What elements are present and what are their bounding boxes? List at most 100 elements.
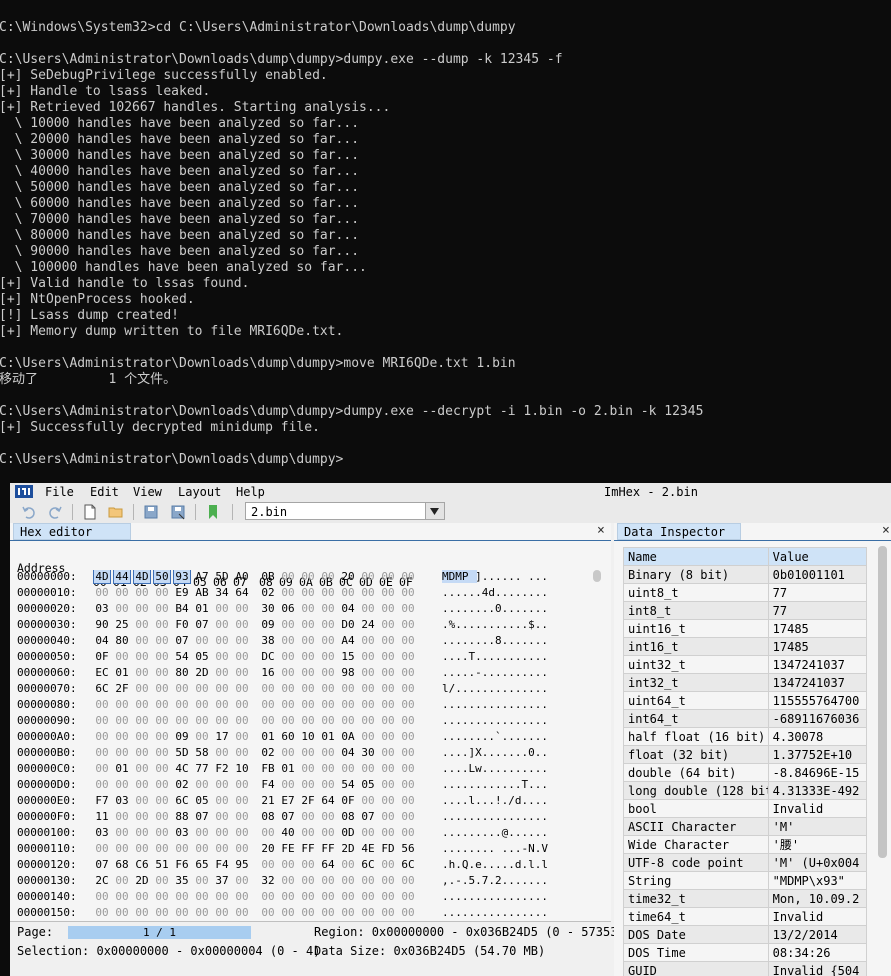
hex-byte[interactable]: 00 <box>300 682 316 695</box>
hex-byte[interactable]: 00 <box>400 586 416 599</box>
hex-byte[interactable]: 04 <box>94 634 110 647</box>
hex-row-ascii[interactable]: .h.Q.e.....d.l.l <box>442 858 548 871</box>
hex-byte[interactable]: 00 <box>320 810 336 823</box>
hex-byte[interactable]: 00 <box>234 634 250 647</box>
inspector-row-value[interactable]: 'M' <box>767 817 868 836</box>
hex-byte[interactable]: 00 <box>174 906 190 919</box>
hex-row[interactable]: 00000120: 07 68 C6 51 F6 65 F4 95 00 00 00 64 00 6C 00 6… <box>17 858 597 871</box>
hex-byte[interactable]: 50 <box>153 570 171 584</box>
new-file-icon[interactable] <box>82 504 98 520</box>
inspector-row[interactable]: Binary (8 bit) 0b01001101 <box>623 565 868 584</box>
hex-byte[interactable]: 00 <box>360 890 376 903</box>
hex-byte[interactable]: 07 <box>280 810 296 823</box>
hex-byte[interactable]: 00 <box>154 602 170 615</box>
hex-byte[interactable]: 00 <box>94 842 110 855</box>
inspector-row[interactable]: int32_t 1347241037 <box>623 673 868 692</box>
hex-byte[interactable]: 00 <box>360 666 376 679</box>
hex-byte[interactable]: 00 <box>194 826 210 839</box>
hex-byte[interactable]: 00 <box>260 858 276 871</box>
hex-byte[interactable]: 00 <box>214 826 230 839</box>
hex-byte[interactable]: 00 <box>154 746 170 759</box>
hex-byte[interactable]: 00 <box>280 858 296 871</box>
undo-icon[interactable] <box>21 504 37 520</box>
hex-byte[interactable]: 00 <box>154 586 170 599</box>
hex-byte[interactable]: 00 <box>114 826 130 839</box>
hex-byte[interactable]: 00 <box>400 698 416 711</box>
hex-byte[interactable]: 00 <box>280 714 296 727</box>
hex-byte[interactable]: 00 <box>380 778 396 791</box>
hex-byte[interactable]: 68 <box>114 858 130 871</box>
hex-byte[interactable]: FD <box>380 842 396 855</box>
hex-row[interactable]: 000000B0: 00 00 00 00 5D 58 00 00 02 00 00 00 04 30 00 0… <box>17 746 597 759</box>
hex-byte[interactable]: 00 <box>134 746 150 759</box>
inspector-row[interactable]: ASCII Character 'M' <box>623 817 868 836</box>
hex-row-ascii[interactable]: .%...........$.. <box>442 618 548 631</box>
hex-byte[interactable]: 65 <box>194 858 210 871</box>
hex-byte[interactable]: 00 <box>300 634 316 647</box>
hex-byte[interactable]: 00 <box>114 906 130 919</box>
hex-byte[interactable]: 03 <box>174 826 190 839</box>
hex-byte[interactable]: 05 <box>360 778 376 791</box>
inspector-row-value[interactable]: -68911676036 <box>767 709 868 728</box>
hex-byte[interactable]: 00 <box>380 730 396 743</box>
hex-byte[interactable]: 00 <box>260 826 276 839</box>
hex-byte[interactable]: 00 <box>400 810 416 823</box>
hex-byte[interactable]: 00 <box>214 890 230 903</box>
hex-byte[interactable]: 08 <box>340 810 356 823</box>
hex-byte[interactable]: 00 <box>280 906 296 919</box>
hex-byte[interactable]: 32 <box>260 874 276 887</box>
hex-row[interactable]: 00000060: EC 01 00 00 80 2D 00 00 16 00 00 00 98 00 00 0… <box>17 666 597 679</box>
inspector-row[interactable]: uint64_t 115555764700 <box>623 691 868 710</box>
hex-byte[interactable]: 03 <box>114 794 130 807</box>
hex-byte[interactable]: 00 <box>174 714 190 727</box>
hex-byte[interactable]: 00 <box>234 842 250 855</box>
hex-byte[interactable]: 00 <box>320 762 336 775</box>
hex-byte[interactable]: 58 <box>194 746 210 759</box>
hex-byte[interactable]: 2D <box>194 666 210 679</box>
inspector-row[interactable]: UTF-8 code point 'M' (U+0x004 <box>623 853 868 872</box>
hex-byte[interactable]: 00 <box>400 714 416 727</box>
hex-byte[interactable]: A0 <box>234 570 250 583</box>
hex-byte[interactable]: F0 <box>174 618 190 631</box>
provider-select[interactable]: 2.bin <box>245 502 445 520</box>
hex-row-ascii[interactable]: ........8....... <box>442 634 548 647</box>
hex-row[interactable]: 00000020: 03 00 00 00 B4 01 00 00 30 06 00 00 04 00 00 0… <box>17 602 597 615</box>
inspector-row-value[interactable]: 77 <box>767 583 868 602</box>
hex-byte[interactable]: 00 <box>320 874 336 887</box>
hex-row-ascii[interactable]: ................ <box>442 698 548 711</box>
hex-byte[interactable]: 02 <box>260 746 276 759</box>
hex-byte[interactable]: EC <box>94 666 110 679</box>
hex-byte[interactable]: 00 <box>234 730 250 743</box>
hex-byte[interactable]: 64 <box>320 858 336 871</box>
hex-byte[interactable]: 00 <box>154 634 170 647</box>
hex-byte[interactable]: 00 <box>94 906 110 919</box>
hex-row-ascii[interactable]: .........@...... <box>442 826 548 839</box>
hex-byte[interactable]: 00 <box>360 874 376 887</box>
hex-byte[interactable]: 90 <box>94 618 110 631</box>
hex-byte[interactable]: 00 <box>380 746 396 759</box>
hex-row[interactable]: 000000C0: 00 01 00 00 4C 77 F2 10 FB 01 00 00 00 00 00 0… <box>17 762 597 775</box>
hex-byte[interactable]: 5D <box>214 570 230 583</box>
hex-byte[interactable]: 17 <box>214 730 230 743</box>
hex-byte[interactable]: 00 <box>154 794 170 807</box>
inspector-row[interactable]: half float (16 bit) 4.30078 <box>623 727 868 746</box>
hex-byte[interactable]: 07 <box>360 810 376 823</box>
inspector-row-value[interactable]: Invalid <box>767 907 868 926</box>
hex-byte[interactable]: 00 <box>280 682 296 695</box>
hex-byte[interactable]: 00 <box>214 618 230 631</box>
hex-byte[interactable]: 00 <box>114 890 130 903</box>
hex-byte[interactable]: 05 <box>194 650 210 663</box>
inspector-row-value[interactable]: 1347241037 <box>767 655 868 674</box>
hex-byte[interactable]: 07 <box>194 810 210 823</box>
inspector-row-value[interactable]: Invalid {504 <box>767 961 868 976</box>
hex-byte[interactable]: AB <box>194 586 210 599</box>
hex-byte[interactable]: 00 <box>194 714 210 727</box>
hex-byte[interactable]: 00 <box>174 682 190 695</box>
hex-byte[interactable]: 30 <box>260 602 276 615</box>
redo-icon[interactable] <box>47 504 63 520</box>
menu-edit[interactable]: Edit <box>90 485 119 499</box>
hex-byte[interactable]: 00 <box>360 826 376 839</box>
hex-byte[interactable]: A7 <box>194 570 210 583</box>
hex-byte[interactable]: 00 <box>134 666 150 679</box>
hex-byte[interactable]: 00 <box>280 698 296 711</box>
